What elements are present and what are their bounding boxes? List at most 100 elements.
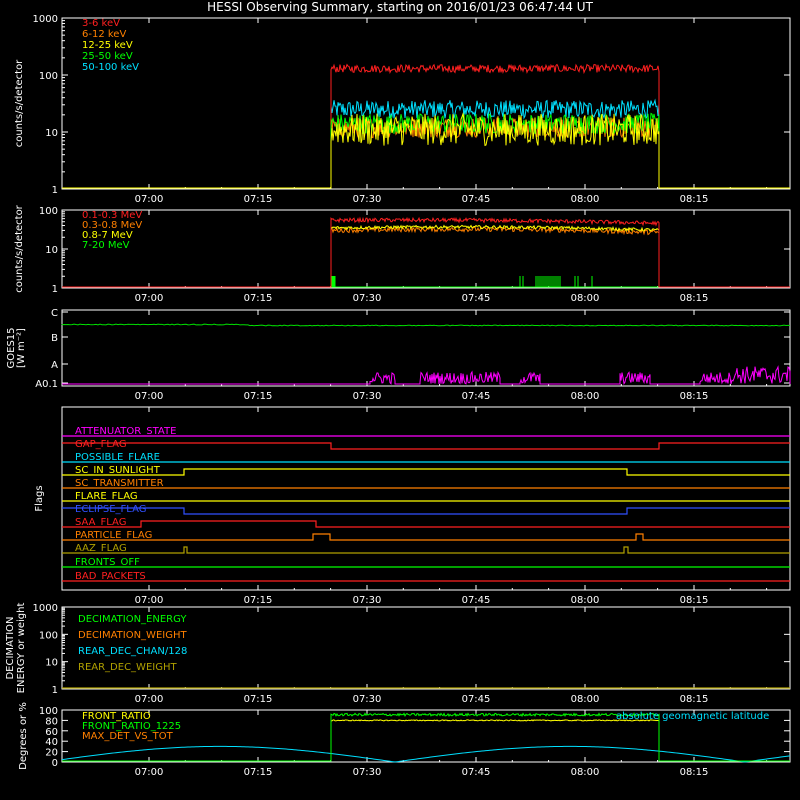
high-energy-series-0-1-0-3-mev bbox=[62, 216, 790, 288]
high-energy-ytick-label: 1 bbox=[52, 284, 58, 295]
flags-label-aaz-flag: AAZ_FLAG bbox=[75, 543, 127, 554]
decimation-xtick-label: 07:30 bbox=[353, 694, 382, 705]
ratio-ytick-label: 60 bbox=[45, 727, 58, 738]
goes-xtick-label: 07:15 bbox=[244, 391, 273, 402]
low-energy-legend-50-100-kev: 50-100 keV bbox=[82, 62, 139, 73]
ratio-xtick-label: 07:30 bbox=[353, 767, 382, 778]
flags-label-sc-transmitter: SC_TRANSMITTER bbox=[75, 478, 164, 489]
high-energy-xtick-label: 07:00 bbox=[135, 293, 164, 304]
high-energy-series-0-3-0-8-mev bbox=[62, 225, 790, 288]
flags-trace-saa-flag bbox=[62, 520, 790, 528]
low-energy-legend-3-6-kev: 3-6 keV bbox=[82, 18, 120, 29]
low-energy-series-6-12-kev bbox=[62, 116, 790, 189]
ratio-xtick-label: 07:45 bbox=[462, 767, 491, 778]
high-energy-xtick-label: 08:15 bbox=[680, 293, 709, 304]
low-energy-xtick-label: 07:45 bbox=[462, 194, 491, 205]
decimation-ytick-label: 1 bbox=[52, 685, 58, 696]
decimation-ytick-label: 1000 bbox=[33, 603, 58, 614]
decimation-xtick-label: 07:00 bbox=[135, 694, 164, 705]
decimation-legend-rear-dec-weight: REAR_DEC_WEIGHT bbox=[78, 662, 177, 673]
high-energy-ytick-label: 100 bbox=[39, 206, 58, 217]
low-energy-ytick-label: 1 bbox=[52, 185, 58, 196]
flags-label-particle-flag: PARTICLE_FLAG bbox=[75, 530, 152, 541]
flags-xtick-label: 08:00 bbox=[571, 595, 600, 606]
decimation-xtick-label: 07:45 bbox=[462, 694, 491, 705]
decimation-legend-rear-dec-chan-128: REAR_DEC_CHAN/128 bbox=[78, 646, 187, 657]
low-energy-xtick-label: 07:30 bbox=[353, 194, 382, 205]
goes-ytick-label: C bbox=[51, 308, 58, 319]
ratio-legend-latitude: absolute geomagnetic latitude bbox=[616, 711, 769, 722]
high-energy-ytick-label: 10 bbox=[45, 245, 58, 256]
flags-xtick-label: 07:30 bbox=[353, 595, 382, 606]
flags-trace-sc-in-sunlight bbox=[62, 468, 790, 476]
ratio-ytick-label: 80 bbox=[45, 716, 58, 727]
flags-trace-aaz-flag bbox=[62, 546, 790, 554]
goes-series-long bbox=[61, 323, 791, 327]
high-energy-ylabel: counts/s/detector bbox=[14, 204, 25, 292]
flags-label-saa-flag: SAA_FLAG bbox=[75, 517, 126, 528]
ratio-xtick-label: 07:00 bbox=[135, 767, 164, 778]
flags-label-gap-flag: GAP_FLAG bbox=[75, 439, 127, 450]
low-energy-legend-25-50-kev: 25-50 keV bbox=[82, 51, 133, 62]
goes-xtick-label: 08:15 bbox=[680, 391, 709, 402]
goes-ytick-label: A bbox=[51, 360, 58, 371]
goes-xtick-label: 08:00 bbox=[571, 391, 600, 402]
decimation-ytick-label: 10 bbox=[45, 658, 58, 669]
flags-label-eclipse-flag: ECLIPSE_FLAG bbox=[75, 504, 146, 515]
flags-label-attenuator-state: ATTENUATOR_STATE bbox=[75, 426, 176, 437]
low-energy-xtick-label: 08:00 bbox=[571, 194, 600, 205]
low-energy-frame bbox=[61, 17, 791, 190]
ratio-xtick-label: 08:00 bbox=[571, 767, 600, 778]
ratio-xtick-label: 07:15 bbox=[244, 767, 273, 778]
flags-label-flare-flag: FLARE_FLAG bbox=[75, 491, 138, 502]
flags-ylabel: Flags bbox=[34, 485, 45, 511]
ratio-ytick-label: 0 bbox=[52, 758, 58, 769]
low-energy-xtick-label: 07:00 bbox=[135, 194, 164, 205]
decimation-xtick-label: 08:00 bbox=[571, 694, 600, 705]
decimation-legend-decimation-weight: DECIMATION_WEIGHT bbox=[78, 630, 187, 641]
flags-xtick-label: 07:00 bbox=[135, 595, 164, 606]
ratio-legend-max-det-vs-tot: MAX_DET_VS_TOT bbox=[82, 731, 174, 742]
goes-ytick-label: A0.1 bbox=[35, 379, 58, 390]
ratio-ytick-label: 20 bbox=[45, 748, 58, 759]
ratio-series-latitude bbox=[61, 745, 791, 763]
flags-trace-gap-flag bbox=[62, 442, 790, 450]
goes-ytick-label: B bbox=[51, 333, 58, 344]
flags-label-sc-in-sunlight: SC_IN_SUNLIGHT bbox=[75, 465, 161, 476]
decimation-xtick-label: 08:15 bbox=[680, 694, 709, 705]
high-energy-series-7-20-mev bbox=[62, 276, 790, 288]
flags-xtick-label: 08:15 bbox=[680, 595, 709, 606]
decimation-ylabel: DECIMATION bbox=[5, 616, 16, 679]
flags-xtick-label: 07:45 bbox=[462, 595, 491, 606]
low-energy-ylabel: counts/s/detector bbox=[14, 59, 25, 147]
goes-xtick-label: 07:30 bbox=[353, 391, 382, 402]
low-energy-series-50-100-kev bbox=[62, 98, 790, 189]
decimation-ytick-label: 100 bbox=[39, 630, 58, 641]
high-energy-legend-7-20-mev: 7-20 MeV bbox=[82, 240, 130, 251]
summary-figure: 07:00 07:15 07:30 07:45 08:00 08:151101001000… bbox=[5, 14, 791, 778]
decimation-legend-decimation-energy: DECIMATION_ENERGY bbox=[78, 614, 187, 625]
high-energy-series-0-8-7-mev bbox=[62, 224, 790, 288]
goes-units-ylabel: [W m⁻²] bbox=[16, 328, 27, 368]
low-energy-xtick-label: 08:15 bbox=[680, 194, 709, 205]
decimation-xtick-label: 07:15 bbox=[244, 694, 273, 705]
low-energy-legend-12-25-kev: 12-25 keV bbox=[82, 40, 133, 51]
ratio-xtick-label: 08:15 bbox=[680, 767, 709, 778]
low-energy-ytick-label: 1000 bbox=[33, 14, 58, 25]
low-energy-xtick-label: 07:15 bbox=[244, 194, 273, 205]
flags-trace-eclipse-flag bbox=[62, 507, 790, 515]
low-energy-legend-6-12-kev: 6-12 keV bbox=[82, 29, 126, 40]
low-energy-series-12-25-kev bbox=[62, 111, 790, 189]
goes-xtick-label: 07:45 bbox=[462, 391, 491, 402]
low-energy-ytick-label: 100 bbox=[39, 71, 58, 82]
high-energy-xtick-label: 07:30 bbox=[353, 293, 382, 304]
high-energy-xtick-label: 08:00 bbox=[571, 293, 600, 304]
decimation-line2-ylabel: ENERGY or weight bbox=[16, 603, 27, 694]
flags-label-fronts-off: FRONTS_OFF bbox=[75, 557, 140, 568]
goes-xtick-label: 07:00 bbox=[135, 391, 164, 402]
ratio-ytick-label: 40 bbox=[45, 737, 58, 748]
flags-xtick-label: 07:15 bbox=[244, 595, 273, 606]
ratio-ylabel: Degrees or % bbox=[18, 702, 29, 770]
flags-label-possible-flare: POSSIBLE_FLARE bbox=[75, 452, 160, 463]
ratio-ytick-label: 100 bbox=[39, 706, 58, 717]
